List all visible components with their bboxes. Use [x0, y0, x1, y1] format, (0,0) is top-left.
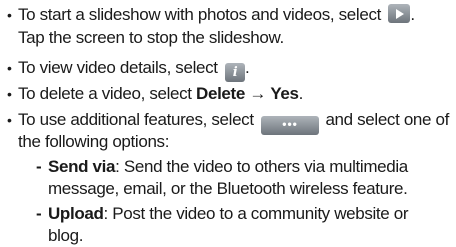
- details-line: To view video details, select i.: [18, 58, 250, 82]
- play-icon: [388, 4, 411, 23]
- bullet-dot: •: [7, 60, 12, 76]
- bullet-dot: •: [7, 7, 12, 23]
- more-icon: •••: [261, 116, 320, 135]
- slideshow-line1: To start a slideshow with photos and vid…: [18, 4, 415, 24]
- dash-marker: -: [36, 204, 42, 223]
- manual-page: • To start a slideshow with photos and v…: [0, 0, 456, 245]
- slideshow-line2: Tap the screen to stop the slideshow.: [18, 28, 284, 47]
- send-via-line1: Send via: Send the video to others via m…: [48, 157, 408, 176]
- delete-line: To delete a video, select Delete → Yes.: [18, 84, 304, 103]
- info-icon: i: [225, 63, 245, 82]
- additional-line2: the following options:: [18, 132, 170, 151]
- bullet-dot: •: [7, 112, 12, 128]
- upload-line1: Upload: Post the video to a community we…: [48, 204, 409, 223]
- bullet-dot: •: [7, 86, 12, 102]
- send-via-line2: message, email, or the Bluetooth wireles…: [48, 179, 408, 198]
- dash-marker: -: [36, 157, 42, 176]
